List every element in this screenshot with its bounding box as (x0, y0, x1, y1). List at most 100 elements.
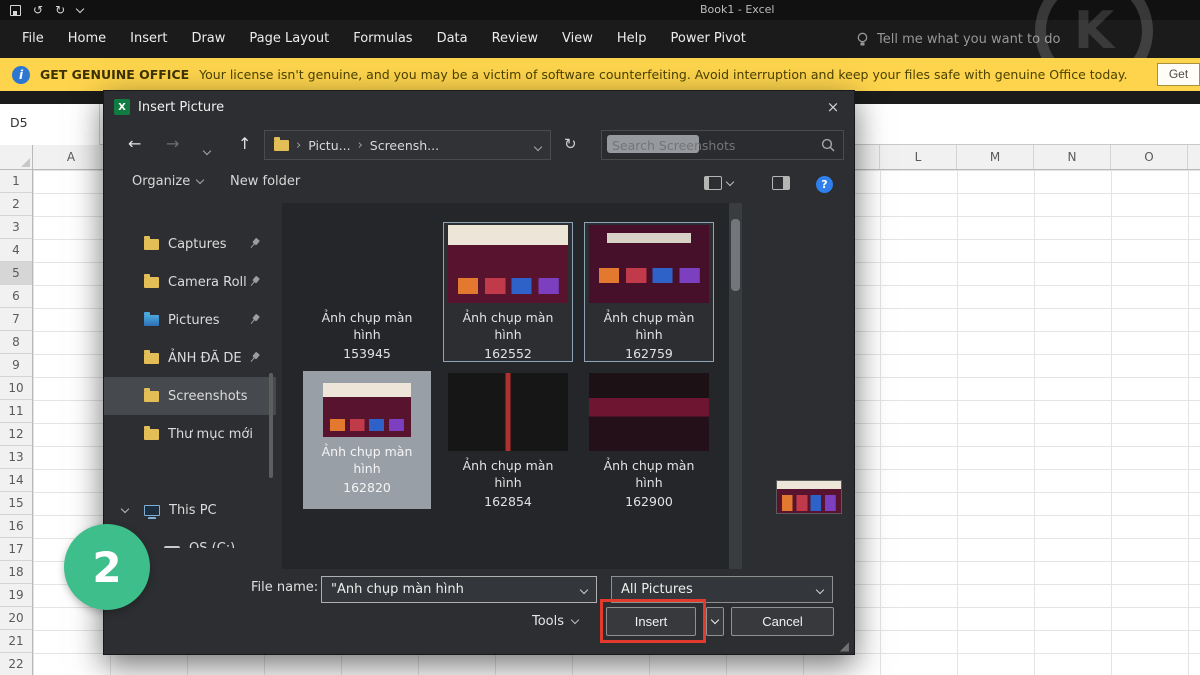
row-header[interactable]: 4 (0, 239, 32, 262)
ribbon-tab[interactable]: Draw (179, 20, 237, 58)
close-icon[interactable]: × (812, 91, 854, 123)
column-header[interactable]: A (33, 145, 110, 169)
excel-logo-icon: X (114, 99, 130, 115)
ribbon-tab[interactable]: Formulas (341, 20, 424, 58)
file-name-input[interactable] (331, 582, 561, 597)
ribbon-tab[interactable]: View (550, 20, 605, 58)
search-input[interactable] (602, 131, 843, 159)
file-list: Ảnh chụp màn hình 153945 Ảnh chụp màn hì… (282, 203, 742, 569)
sidebar-item[interactable]: ẢNH ĐÃ DE (104, 339, 276, 377)
file-tile[interactable]: Ảnh chụp màn hình 162820 (303, 371, 431, 509)
customize-qat-icon[interactable] (76, 4, 84, 12)
breadcrumb-item-screenshots[interactable]: Screensh... (370, 138, 439, 153)
tell-me-box[interactable]: Tell me what you want to do (856, 20, 1060, 58)
row-header[interactable]: 13 (0, 446, 32, 469)
ribbon-tab[interactable]: Help (605, 20, 659, 58)
row-header[interactable]: 2 (0, 193, 32, 216)
breadcrumb: › Pictu... › Screensh... (264, 130, 551, 160)
ribbon-tab[interactable]: Insert (118, 20, 179, 58)
file-thumbnail (589, 225, 709, 303)
views-button[interactable] (704, 176, 733, 190)
file-tile[interactable]: Ảnh chụp màn hình 162854 (444, 371, 572, 509)
forward-icon[interactable]: → (166, 132, 179, 156)
help-button[interactable]: ? (816, 176, 833, 193)
get-genuine-button[interactable]: Get g (1157, 63, 1200, 86)
ribbon-tab[interactable]: Review (480, 20, 550, 58)
ribbon-tab[interactable]: Home (56, 20, 118, 58)
tools-button[interactable]: Tools (532, 607, 578, 636)
column-header[interactable]: M (957, 145, 1034, 169)
sidebar-item[interactable]: Thư mục mới (104, 415, 276, 453)
column-header[interactable]: L (880, 145, 957, 169)
row-header[interactable]: 22 (0, 653, 32, 675)
undo-icon[interactable]: ↺ (33, 0, 43, 20)
organize-button[interactable]: Organize (132, 174, 203, 189)
breadcrumb-item-pictures[interactable]: Pictu... (308, 138, 350, 153)
folder-icon (144, 429, 159, 440)
column-header[interactable]: O (1111, 145, 1188, 169)
new-folder-button[interactable]: New folder (230, 174, 300, 189)
row-header[interactable]: 12 (0, 423, 32, 446)
dialog-footer: File name: All Pictures Tools Insert Can… (104, 569, 854, 656)
row-header[interactable]: 7 (0, 308, 32, 331)
row-header[interactable]: 20 (0, 607, 32, 630)
row-header[interactable]: 16 (0, 515, 32, 538)
row-header[interactable]: 18 (0, 561, 32, 584)
resize-grip[interactable]: ◢ (840, 639, 849, 653)
row-header[interactable]: 19 (0, 584, 32, 607)
row-header[interactable]: 14 (0, 469, 32, 492)
sidebar-scrollbar[interactable] (269, 373, 273, 478)
row-header[interactable]: 17 (0, 538, 32, 561)
insert-split-icon[interactable] (706, 607, 724, 636)
name-box[interactable]: D5 (0, 104, 100, 145)
file-list-scrollbar[interactable] (729, 203, 742, 569)
row-headers: 12345678910111213141516171819202122 (0, 170, 33, 675)
tell-me-label: Tell me what you want to do (877, 32, 1060, 47)
sidebar-item[interactable]: Screenshots (104, 377, 276, 415)
up-icon[interactable]: ↑ (238, 132, 251, 156)
file-tile[interactable]: Ảnh chụp màn hình 162552 (444, 223, 572, 361)
column-header[interactable]: N (1034, 145, 1111, 169)
file-tile[interactable]: Ảnh chụp màn hình 153945 (303, 223, 431, 361)
dialog-titlebar: X Insert Picture × (104, 91, 854, 123)
row-header[interactable]: 11 (0, 400, 32, 423)
file-tile[interactable]: Ảnh chụp màn hình 162759 (585, 223, 713, 361)
preview-pane-icon[interactable] (772, 176, 790, 190)
ribbon-tab[interactable]: Data (425, 20, 480, 58)
file-name-label: File name: (251, 580, 318, 595)
select-all-corner[interactable] (0, 145, 33, 170)
file-type-combobox[interactable]: All Pictures (611, 576, 833, 603)
sidebar-item[interactable]: Pictures (104, 301, 276, 339)
back-icon[interactable]: ← (128, 132, 141, 156)
file-tile[interactable]: Ảnh chụp màn hình 162900 (585, 371, 713, 509)
row-header[interactable]: 9 (0, 354, 32, 377)
row-header[interactable]: 21 (0, 630, 32, 653)
folder-icon (164, 546, 180, 549)
recent-locations-icon[interactable] (204, 137, 210, 161)
save-icon[interactable] (10, 5, 21, 16)
sidebar-item[interactable]: Captures (104, 225, 276, 263)
address-dropdown-icon[interactable] (535, 138, 541, 153)
row-header[interactable]: 3 (0, 216, 32, 239)
search-box (601, 130, 844, 160)
ribbon-tab[interactable]: Power Pivot (659, 20, 758, 58)
row-header[interactable]: 8 (0, 331, 32, 354)
cancel-button[interactable]: Cancel (731, 607, 834, 636)
sidebar-item[interactable]: Camera Roll (104, 263, 276, 301)
ribbon-tab[interactable]: File (10, 20, 56, 58)
step-badge: 2 (64, 524, 150, 610)
expand-chevron-icon[interactable] (121, 505, 129, 513)
refresh-icon[interactable]: ↻ (564, 132, 577, 156)
row-header[interactable]: 5 (0, 262, 32, 285)
insert-button[interactable]: Insert (606, 607, 696, 636)
row-header[interactable]: 15 (0, 492, 32, 515)
file-name-combobox[interactable] (321, 576, 597, 603)
sidebar-item[interactable]: This PC (104, 491, 276, 529)
scrollbar-thumb[interactable] (731, 219, 740, 291)
redo-icon[interactable]: ↻ (55, 0, 65, 20)
row-header[interactable]: 10 (0, 377, 32, 400)
ribbon: FileHomeInsertDrawPage LayoutFormulasDat… (0, 20, 1200, 58)
ribbon-tab[interactable]: Page Layout (237, 20, 341, 58)
row-header[interactable]: 6 (0, 285, 32, 308)
row-header[interactable]: 1 (0, 170, 32, 193)
